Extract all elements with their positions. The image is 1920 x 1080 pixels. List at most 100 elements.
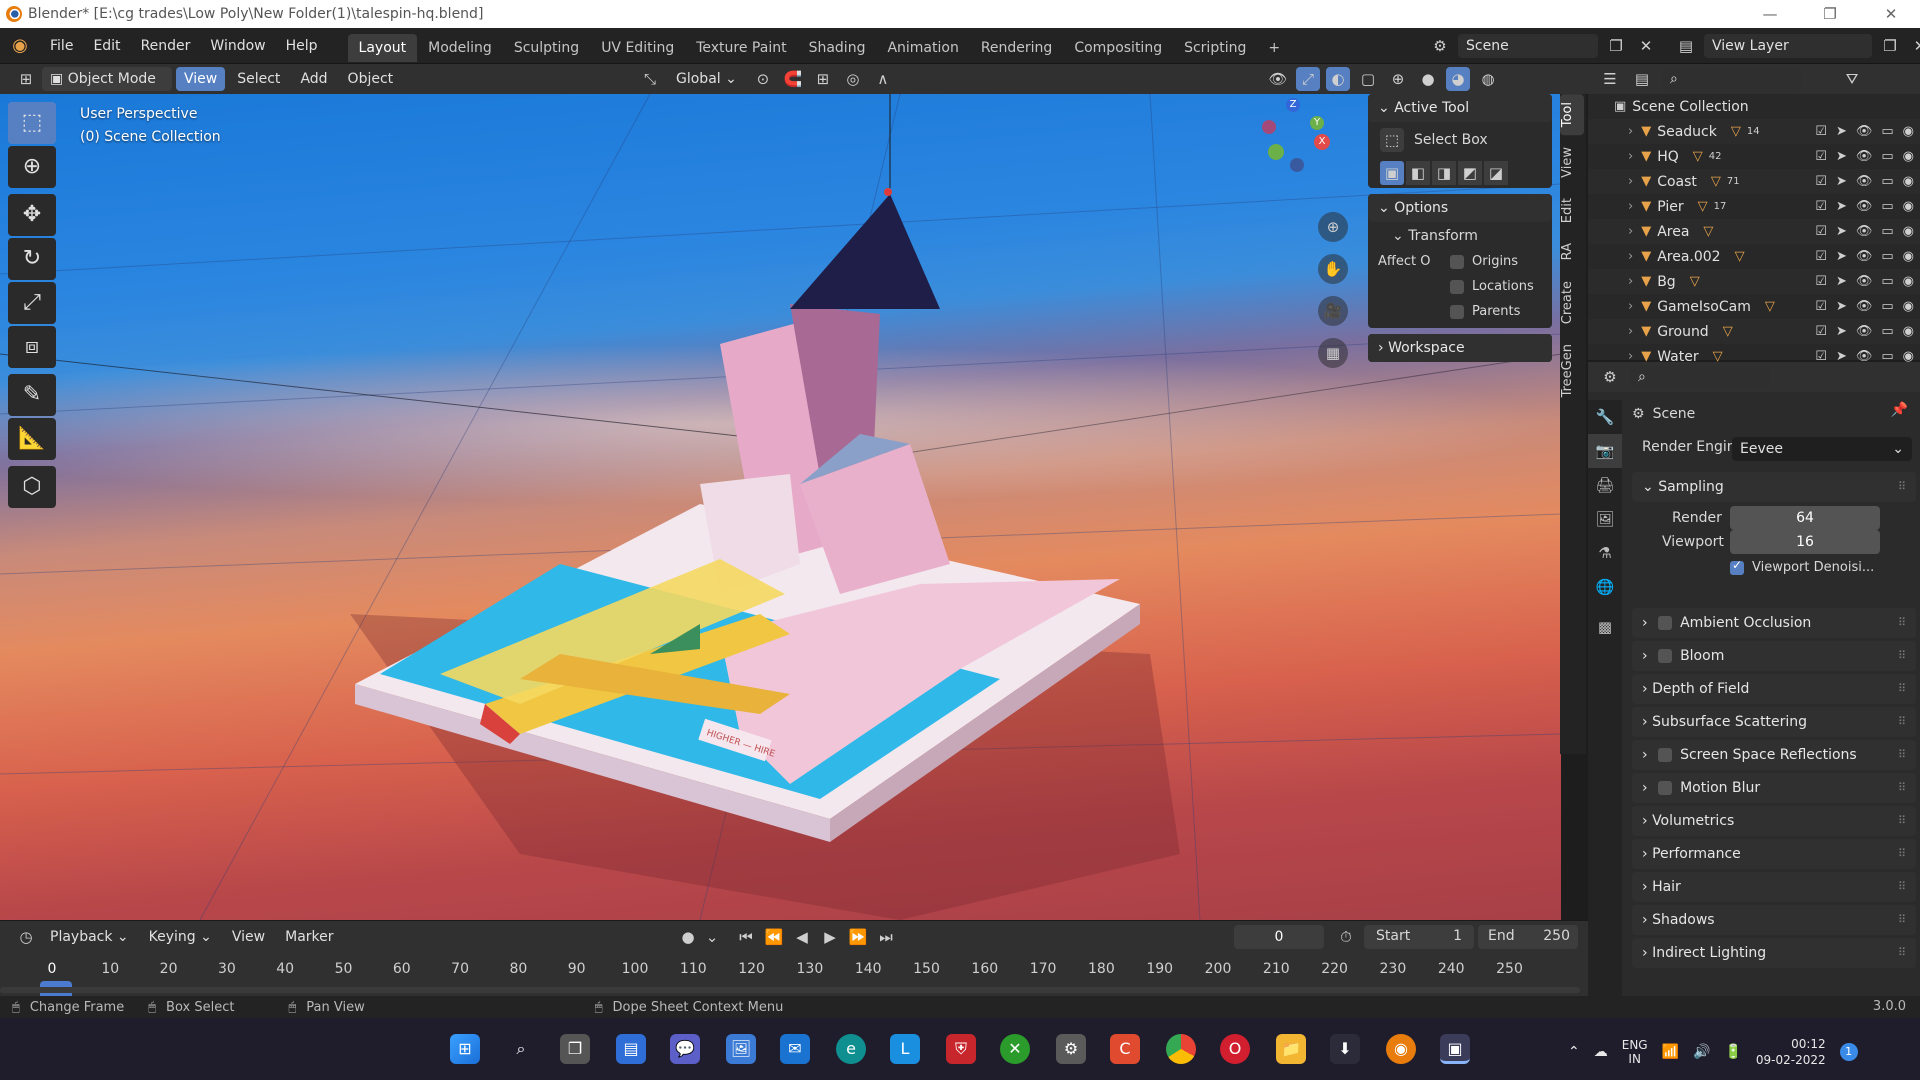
panel-enable-checkbox[interactable] [1658,748,1673,762]
expand-arrow-icon[interactable]: › [1642,714,1652,730]
panel-subsurface-scattering[interactable]: › Subsurface Scattering ⠿ [1632,707,1916,737]
frame-ruler[interactable]: 0 10 20 30 40 50 60 70 80 90 100 110 120 130 140 150 160… [0,921,1588,997]
panel-bloom[interactable]: › Bloom ⠿ [1632,641,1916,671]
tab-compositing[interactable]: Compositing [1063,34,1173,62]
eye-icon[interactable]: 👁 [1856,174,1873,189]
tab-tool[interactable]: Tool [1560,94,1584,136]
world-props-tab-icon[interactable]: 🌐 [1588,570,1622,604]
monitor-icon[interactable]: ▭ [1881,224,1893,239]
drag-grip-icon[interactable]: ⠿ [1898,674,1906,704]
xray-icon[interactable]: ▢ [1356,67,1380,91]
maximize-button[interactable]: ❐ [1805,0,1855,28]
menu-edit[interactable]: Edit [83,28,130,64]
annotate-tool-icon[interactable]: ✎ [8,374,56,416]
monitor-icon[interactable]: ▭ [1881,199,1893,214]
outliner-row[interactable]: › ▼ Area.002 ▽ ☑ ➤ 👁 ▭ ◉ [1588,244,1920,269]
outliner-row[interactable]: › ▼ HQ ▽ 42 ☑ ➤ 👁 ▭ ◉ [1588,144,1920,169]
visibility-icon[interactable]: 👁 [1266,67,1290,91]
workspace-header[interactable]: › Workspace [1368,334,1552,362]
mode-subtract-icon[interactable]: ◨ [1432,161,1456,185]
measure-tool-icon[interactable]: 📐 [8,418,56,460]
remove-view-layer-icon[interactable]: ✕ [1908,34,1920,58]
eye-icon[interactable]: 👁 [1856,149,1873,164]
exclude-checkbox-icon[interactable]: ☑ [1815,174,1827,189]
expand-arrow-icon[interactable]: › [1642,879,1652,895]
camera-icon[interactable]: ◉ [1903,274,1914,289]
pivot-icon[interactable]: ⊙ [751,67,775,91]
panel-enable-checkbox[interactable] [1658,649,1673,663]
exclude-checkbox-icon[interactable]: ☑ [1815,324,1827,339]
rotate-tool-icon[interactable]: ↻ [8,238,56,280]
sampling-header[interactable]: ⌄ Sampling ⠿ [1632,472,1916,502]
tab-ra[interactable]: RA [1560,235,1584,268]
origins-check[interactable] [1450,254,1464,269]
expand-arrow-icon[interactable]: › [1642,648,1652,664]
mode-dropdown[interactable]: ▣ Object Mode ⌄ [42,67,172,111]
expand-arrow-icon[interactable]: › [1642,912,1652,928]
exclude-checkbox-icon[interactable]: ☑ [1815,199,1827,214]
menu-file[interactable]: File [40,28,83,64]
expand-arrow-icon[interactable]: › [1642,681,1652,697]
viewport-denoise-checkbox[interactable]: Viewport Denoisi... [1730,558,1874,575]
transform-subheader[interactable]: ⌄ Transform [1368,222,1552,250]
camera-icon[interactable]: ◉ [1903,249,1914,264]
scene-props-tab-icon[interactable]: ⚗ [1588,536,1622,570]
drag-grip-icon[interactable]: ⠿ [1898,707,1906,737]
drag-grip-icon[interactable]: ⠿ [1898,641,1906,671]
3d-viewport[interactable]: HIGHER — HIRE User Perspective (0) Scene… [0,94,1561,920]
exclude-checkbox-icon[interactable]: ☑ [1815,149,1827,164]
panel-motion-blur[interactable]: › Motion Blur ⠿ [1632,773,1916,803]
tool-props-tab-icon[interactable]: 🔧 [1588,400,1622,434]
expand-arrow-icon[interactable]: › [1642,615,1652,631]
gizmo-toggle-icon[interactable]: ⤢ [1296,67,1320,91]
transform-tool-icon[interactable]: ⧈ [8,326,56,368]
panel-performance[interactable]: › Performance ⠿ [1632,839,1916,869]
viewport-denoise-check[interactable] [1730,558,1744,575]
falloff-icon[interactable]: ∧ [871,67,895,91]
camera-icon[interactable]: ◉ [1903,224,1914,239]
selectable-arrow-icon[interactable]: ➤ [1836,274,1847,289]
camera-icon[interactable]: ◉ [1903,299,1914,314]
parents-check[interactable] [1450,304,1464,319]
outliner-row[interactable]: › ▼ Pier ▽ 17 ☑ ➤ 👁 ▭ ◉ [1588,194,1920,219]
eye-icon[interactable]: 👁 [1856,224,1873,239]
drag-grip-icon[interactable]: ⠿ [1898,839,1906,869]
monitor-icon[interactable]: ▭ [1881,149,1893,164]
navigation-gizmo[interactable]: Z X Y [1258,98,1338,178]
remove-scene-icon[interactable]: ✕ [1634,34,1658,58]
clock[interactable]: 00:12 09-02-2022 [1756,1036,1826,1068]
file-explorer-icon[interactable]: 📁 [1276,1034,1306,1064]
render-props-tab-icon[interactable]: 📷 [1588,434,1622,468]
select-box-icon[interactable]: ⬚ [1380,128,1404,152]
selectable-arrow-icon[interactable]: ➤ [1836,249,1847,264]
edge-icon[interactable]: e [836,1034,866,1064]
tab-rendering[interactable]: Rendering [970,34,1064,62]
drag-grip-icon[interactable]: ⠿ [1898,938,1906,968]
camera-icon[interactable]: ◉ [1903,124,1914,139]
expand-arrow-icon[interactable]: › [1628,274,1633,289]
expand-arrow-icon[interactable]: › [1628,199,1633,214]
outliner-row[interactable]: › ▼ Seaduck ▽ 14 ☑ ➤ 👁 ▭ ◉ [1588,119,1920,144]
rendered-shading-icon[interactable]: ◍ [1476,67,1500,91]
exclude-checkbox-icon[interactable]: ☑ [1815,249,1827,264]
affect-origins-checkbox[interactable]: Origins [1450,254,1518,269]
orientation-icon[interactable]: ⤡ [638,67,662,91]
mode-invert-icon[interactable]: ◩ [1458,161,1482,185]
exclude-checkbox-icon[interactable]: ☑ [1815,274,1827,289]
outliner-row[interactable]: › ▼ Ground ▽ ☑ ➤ 👁 ▭ ◉ [1588,319,1920,344]
widgets-icon[interactable]: ▤ [616,1034,646,1064]
new-view-layer-icon[interactable]: ❐ [1878,34,1902,58]
notification-badge[interactable]: 1 [1839,1043,1858,1061]
select-box-tool-icon[interactable]: ⬚ [8,102,56,144]
expand-arrow-icon[interactable]: › [1642,846,1652,862]
selectable-arrow-icon[interactable]: ➤ [1836,124,1847,139]
proportional-edit-icon[interactable]: ◎ [841,67,865,91]
drag-grip-icon[interactable]: ⠿ [1898,608,1906,638]
search-icon[interactable]: ⌕ [506,1034,536,1064]
settings-icon[interactable]: ⚙ [1056,1034,1086,1064]
mcafee-icon[interactable]: ⛨ [946,1034,976,1064]
selectable-arrow-icon[interactable]: ➤ [1836,324,1847,339]
cursor-tool-icon[interactable]: ⊕ [8,146,56,188]
expand-arrow-icon[interactable]: › [1642,945,1652,961]
xbox-icon[interactable]: ✕ [1000,1034,1030,1064]
